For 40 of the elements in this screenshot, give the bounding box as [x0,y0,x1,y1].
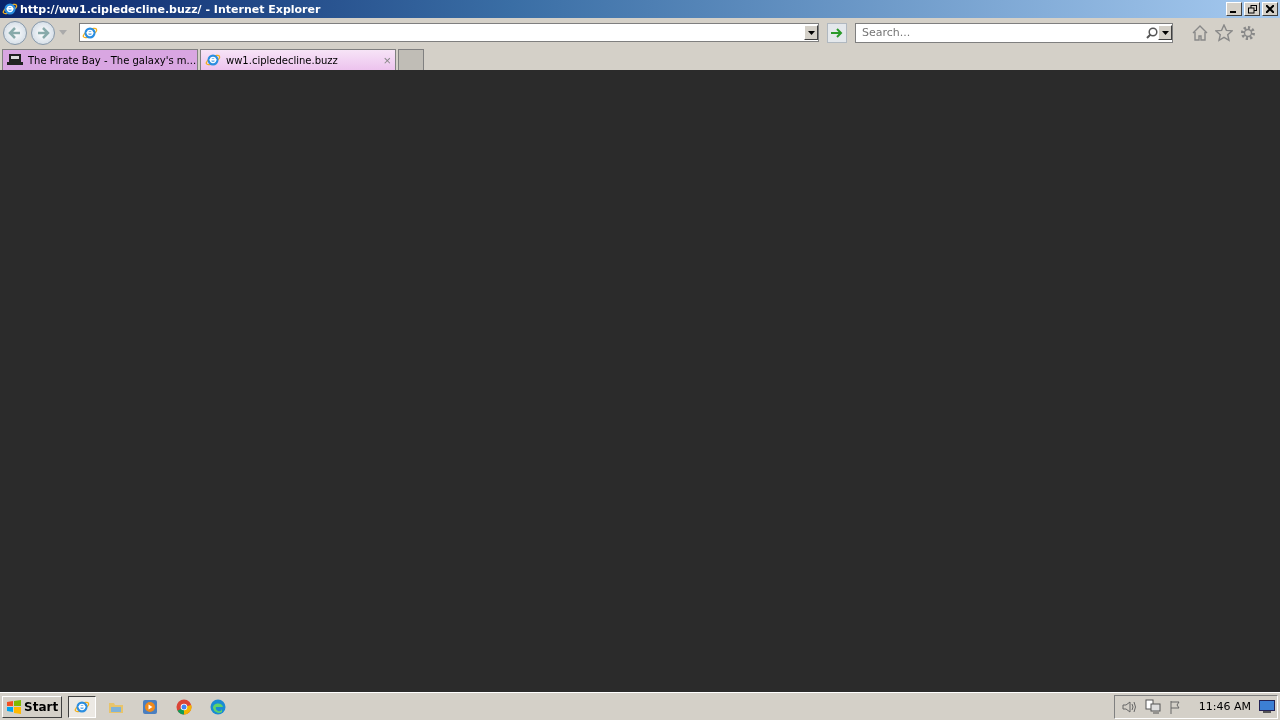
windows-flag-icon [6,699,22,714]
window-title: http://ww1.cipledecline.buzz/ - Internet Explorer [20,2,322,16]
search-bar[interactable]: Search... [855,22,1173,43]
close-button[interactable] [1262,2,1278,16]
search-dropdown-button[interactable] [1158,25,1172,40]
minimize-button[interactable] [1226,2,1242,16]
search-icon[interactable] [1146,26,1158,39]
ie-icon [2,1,18,17]
ie-icon [205,52,221,68]
browser-tab[interactable]: ww1.cipledecline.buzz × [200,49,396,70]
clock[interactable]: 11:46 AM [1198,700,1251,713]
new-tab-button[interactable] [398,49,424,70]
caret-icon [807,30,815,35]
taskbar-button[interactable] [68,695,97,718]
start-button[interactable]: Start [2,695,63,718]
star-icon[interactable] [1215,23,1233,42]
history-caret-icon[interactable] [59,30,67,35]
chrome-icon [176,698,193,715]
go-button[interactable] [827,22,847,43]
restore-button[interactable] [1244,2,1260,16]
back-button[interactable] [3,20,27,45]
forward-button[interactable] [31,20,55,45]
tab-label: ww1.cipledecline.buzz [226,54,339,66]
arrow-icon [831,27,843,38]
speaker-icon[interactable] [1120,699,1137,714]
settings-icon[interactable] [1239,23,1257,42]
network-icon[interactable] [1144,699,1161,714]
show-desktop-icon[interactable] [1259,700,1275,713]
restore-icon [1247,4,1257,14]
browser-tab[interactable]: The Pirate Bay - The galaxy's m... [2,49,198,70]
forward-arrow-icon [36,26,50,39]
home-icon[interactable] [1191,23,1209,42]
tab-label: The Pirate Bay - The galaxy's m... [28,54,197,66]
flag-icon[interactable] [1168,699,1183,714]
media-player-icon [142,698,159,715]
back-arrow-icon [8,26,22,39]
edge-icon [210,698,227,715]
close-icon [1266,5,1274,13]
caret-icon [1161,30,1169,35]
address-dropdown-button[interactable] [804,25,818,40]
